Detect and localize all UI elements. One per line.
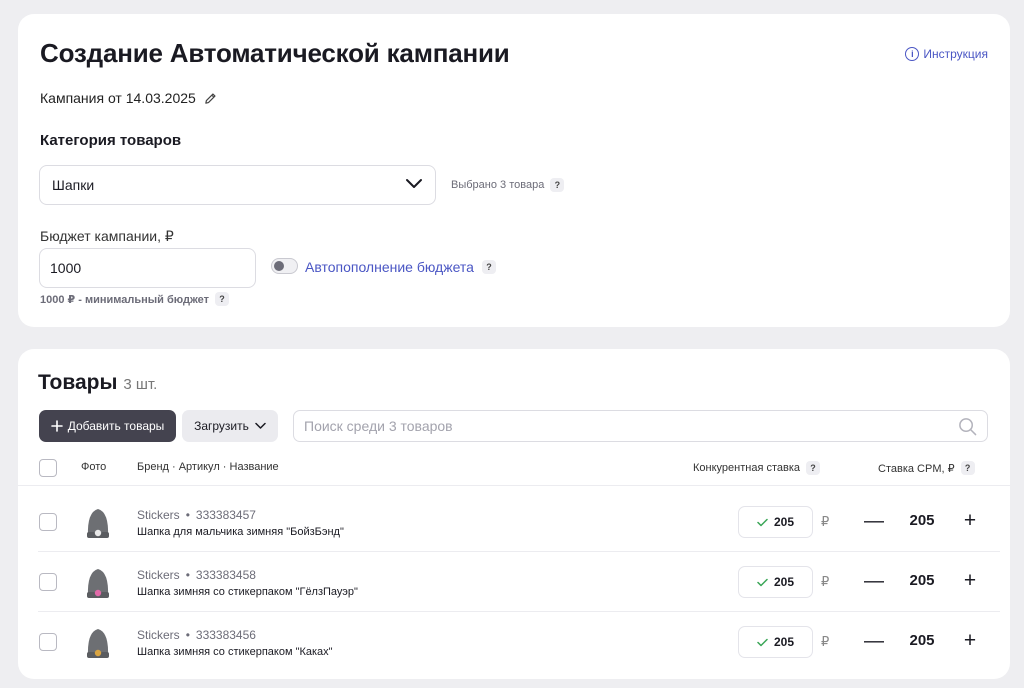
increase-cpm-button[interactable]: + — [960, 569, 980, 593]
min-budget-hint: 1000 ₽ - минимальный бюджет ? — [40, 292, 230, 306]
question-icon[interactable]: ? — [481, 260, 496, 274]
competitive-bid-value: 205 — [773, 635, 795, 649]
select-all-checkbox[interactable] — [39, 459, 57, 477]
instruction-label: Инструкция — [923, 47, 988, 61]
product-photo — [84, 566, 112, 600]
category-label: Категория товаров — [40, 132, 182, 149]
product-brand: Stickers — [137, 568, 180, 582]
row-checkbox[interactable] — [39, 513, 57, 531]
increase-cpm-button[interactable]: + — [960, 509, 980, 533]
goods-search[interactable] — [293, 410, 988, 442]
plus-icon — [50, 420, 63, 432]
chevron-down-icon — [405, 177, 423, 193]
row-checkbox[interactable] — [39, 633, 57, 651]
product-article: 333383458 — [195, 568, 256, 582]
product-article: 333383457 — [195, 508, 256, 522]
check-icon — [757, 578, 768, 586]
category-selected-value: Шапки — [52, 177, 95, 193]
column-header-competitive: Конкурентная ставка ? — [693, 461, 821, 475]
chevron-down-icon — [255, 422, 266, 429]
cpm-value[interactable]: 205 — [898, 572, 946, 589]
meta-separator: • — [185, 568, 190, 582]
column-header-photo: Фото — [81, 461, 107, 473]
category-select[interactable]: Шапки — [39, 165, 436, 205]
competitive-bid-value: 205 — [773, 575, 795, 589]
goods-count: 3 шт. — [123, 376, 158, 393]
currency-symbol: ₽ — [821, 634, 830, 649]
product-meta: Stickers • 333383457 — [137, 508, 256, 522]
increase-cpm-button[interactable]: + — [960, 629, 980, 653]
competitive-bid: 205 — [738, 506, 813, 538]
cpm-header-label: Ставка CPM, ₽ — [878, 462, 955, 475]
selected-count-info: Выбрано 3 товара ? — [451, 178, 565, 192]
meta-separator: • — [185, 508, 190, 522]
table-row: Stickers • 333383456 Шапка зимняя со сти… — [18, 612, 1010, 672]
auto-replenish-label: Автопополнение бюджета — [305, 259, 474, 275]
pencil-icon[interactable] — [204, 92, 217, 105]
add-goods-label: Добавить товары — [67, 419, 165, 433]
campaign-name-text: Кампания от 14.03.2025 — [40, 90, 196, 106]
product-photo — [84, 626, 112, 660]
goods-card: Товары 3 шт. Добавить товары Загрузить Ф… — [18, 349, 1010, 679]
table-row: Stickers • 333383457 Шапка для мальчика … — [18, 492, 1010, 552]
competitive-header-label: Конкурентная ставка — [693, 462, 801, 474]
check-icon — [757, 638, 768, 646]
load-label: Загрузить — [194, 419, 249, 433]
column-header-cpm: Ставка CPM, ₽ ? — [878, 461, 975, 475]
competitive-bid: 205 — [738, 566, 813, 598]
question-icon[interactable]: ? — [806, 461, 821, 475]
select-all-cell — [39, 459, 57, 477]
campaign-settings-card: Создание Автоматической кампании i Инстр… — [18, 14, 1010, 327]
question-icon[interactable]: ? — [550, 178, 565, 192]
budget-label: Бюджет кампании, ₽ — [40, 228, 174, 244]
product-brand: Stickers — [137, 628, 180, 642]
toggle-knob — [274, 261, 284, 271]
auto-replenish-toggle[interactable] — [271, 258, 298, 274]
competitive-bid-value: 205 — [773, 515, 795, 529]
decrease-cpm-button[interactable]: — — [864, 509, 884, 533]
budget-input[interactable] — [39, 248, 256, 288]
currency-symbol: ₽ — [821, 514, 830, 529]
search-input[interactable] — [304, 418, 944, 434]
goods-title-text: Товары — [38, 371, 118, 394]
question-icon[interactable]: ? — [215, 292, 230, 306]
product-article: 333383456 — [195, 628, 256, 642]
product-name: Шапка зимняя со стикерпаком "ГёлзПауэр" — [137, 586, 358, 598]
product-name: Шапка зимняя со стикерпаком "Каках" — [137, 646, 333, 658]
decrease-cpm-button[interactable]: — — [864, 629, 884, 653]
table-header-divider — [18, 485, 1010, 486]
decrease-cpm-button[interactable]: — — [864, 569, 884, 593]
product-name: Шапка для мальчика зимняя "БойзБэнд" — [137, 526, 344, 538]
column-header-brand: Бренд · Артикул · Название — [137, 461, 279, 473]
page-title: Создание Автоматической кампании — [40, 38, 510, 68]
meta-separator: • — [185, 628, 190, 642]
selected-count-text: Выбрано 3 товара — [451, 179, 545, 191]
currency-symbol: ₽ — [821, 574, 830, 589]
cpm-value[interactable]: 205 — [898, 632, 946, 649]
table-row: Stickers • 333383458 Шапка зимняя со сти… — [18, 552, 1010, 612]
product-photo — [84, 506, 112, 540]
campaign-name: Кампания от 14.03.2025 — [40, 90, 217, 106]
info-icon: i — [905, 47, 920, 61]
check-icon — [757, 518, 768, 526]
row-checkbox[interactable] — [39, 573, 57, 591]
product-brand: Stickers — [137, 508, 180, 522]
min-budget-text: 1000 ₽ - минимальный бюджет — [40, 293, 210, 306]
product-meta: Stickers • 333383458 — [137, 568, 256, 582]
auto-replenish-link[interactable]: Автопополнение бюджета ? — [305, 259, 496, 275]
add-goods-button[interactable]: Добавить товары — [39, 410, 176, 442]
cpm-value[interactable]: 205 — [898, 512, 946, 529]
instruction-link[interactable]: i Инструкция — [905, 47, 988, 61]
competitive-bid: 205 — [738, 626, 813, 658]
load-button[interactable]: Загрузить — [182, 410, 278, 442]
search-icon[interactable] — [958, 417, 977, 436]
goods-title: Товары 3 шт. — [38, 371, 157, 395]
question-icon[interactable]: ? — [960, 461, 975, 475]
product-meta: Stickers • 333383456 — [137, 628, 256, 642]
